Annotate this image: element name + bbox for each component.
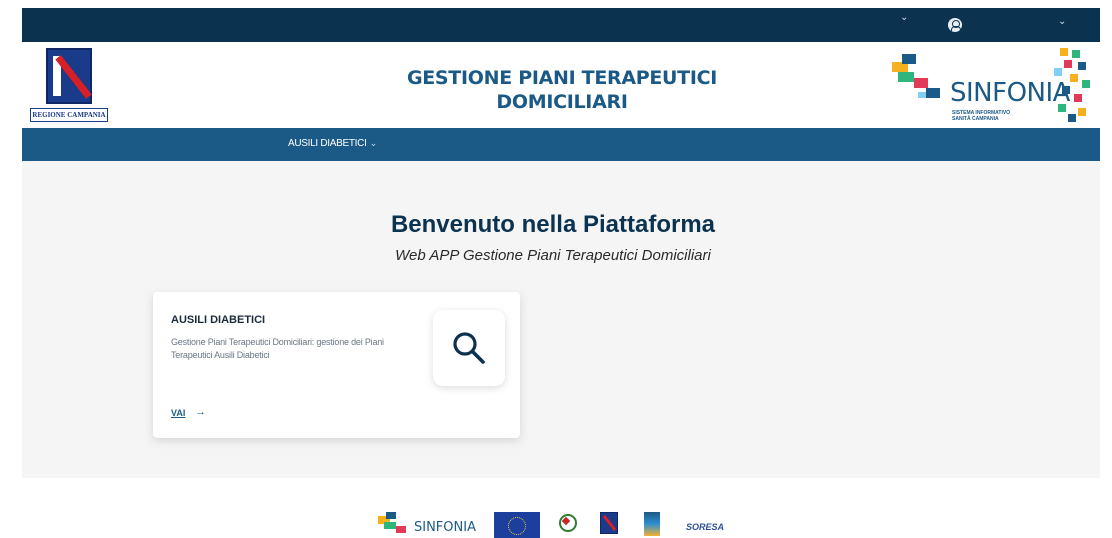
chevron-down-icon[interactable]: ⌄ [900, 12, 908, 23]
nav-item-ausili-diabetici[interactable]: AUSILI DIABETICI ⌄ [288, 138, 377, 149]
card-title: AUSILI DIABETICI [171, 314, 266, 326]
service-card-ausili-diabetici[interactable]: AUSILI DIABETICI Gestione Piani Terapeut… [153, 292, 520, 438]
sinfonia-subtitle: SISTEMA INFORMATIVO SANITÀ CAMPANIA [952, 110, 1011, 122]
user-icon[interactable] [948, 18, 962, 32]
welcome-heading: Benvenuto nella Piattaforma [390, 211, 716, 238]
chevron-down-icon: ⌄ [369, 138, 378, 148]
top-utility-bar: ⌄ ⌄ [22, 8, 1100, 42]
welcome-subtitle: Web APP Gestione Piani Terapeutici Domic… [395, 247, 711, 264]
app-title: GESTIONE PIANI TERAPEUTICI DOMICILIARI [382, 66, 742, 114]
regione-campania-shield-icon [46, 48, 92, 104]
page: ⌄ ⌄ REGIONE CAMPANIA GESTIONE PIANI TERA… [0, 0, 1112, 538]
soresa-logo: SORESA [686, 522, 725, 532]
header: REGIONE CAMPANIA GESTIONE PIANI TERAPEUT… [22, 42, 1100, 128]
footer-regione-campania-logo [600, 512, 618, 534]
card-description: Gestione Piani Terapeutici Domiciliari: … [171, 337, 384, 360]
regione-campania-logo[interactable]: REGIONE CAMPANIA [30, 48, 108, 122]
main-nav: AUSILI DIABETICI ⌄ [22, 128, 1100, 161]
arrow-right-icon[interactable]: → [195, 406, 206, 418]
sinfonia-name: SINFONIA [950, 78, 1070, 108]
search-icon [453, 332, 485, 364]
app-title-line2: DOMICILIARI [496, 91, 628, 113]
eu-flag-logo [494, 512, 540, 538]
regione-campania-label: REGIONE CAMPANIA [30, 108, 108, 122]
main-content: Benvenuto nella Piattaforma Web APP Gest… [22, 161, 1100, 478]
nav-item-label: AUSILI DIABETICI [288, 138, 367, 149]
card-go-link[interactable]: VAI [171, 408, 185, 418]
footer: SINFONIA SORESA [22, 478, 1100, 538]
footer-sinfonia-name: SINFONIA [414, 520, 476, 535]
sinfonia-logo[interactable]: SINFONIA SISTEMA INFORMATIVO SANITÀ CAMP… [892, 48, 1092, 124]
footer-sinfonia-logo: SINFONIA [378, 510, 488, 536]
card-search-button[interactable] [433, 310, 505, 386]
user-menu-chevron-down-icon[interactable]: ⌄ [1058, 16, 1066, 27]
repubblica-emblem-logo [557, 512, 577, 534]
app-title-line1: GESTIONE PIANI TERAPEUTICI [406, 67, 718, 89]
fesr-logo [644, 512, 660, 536]
